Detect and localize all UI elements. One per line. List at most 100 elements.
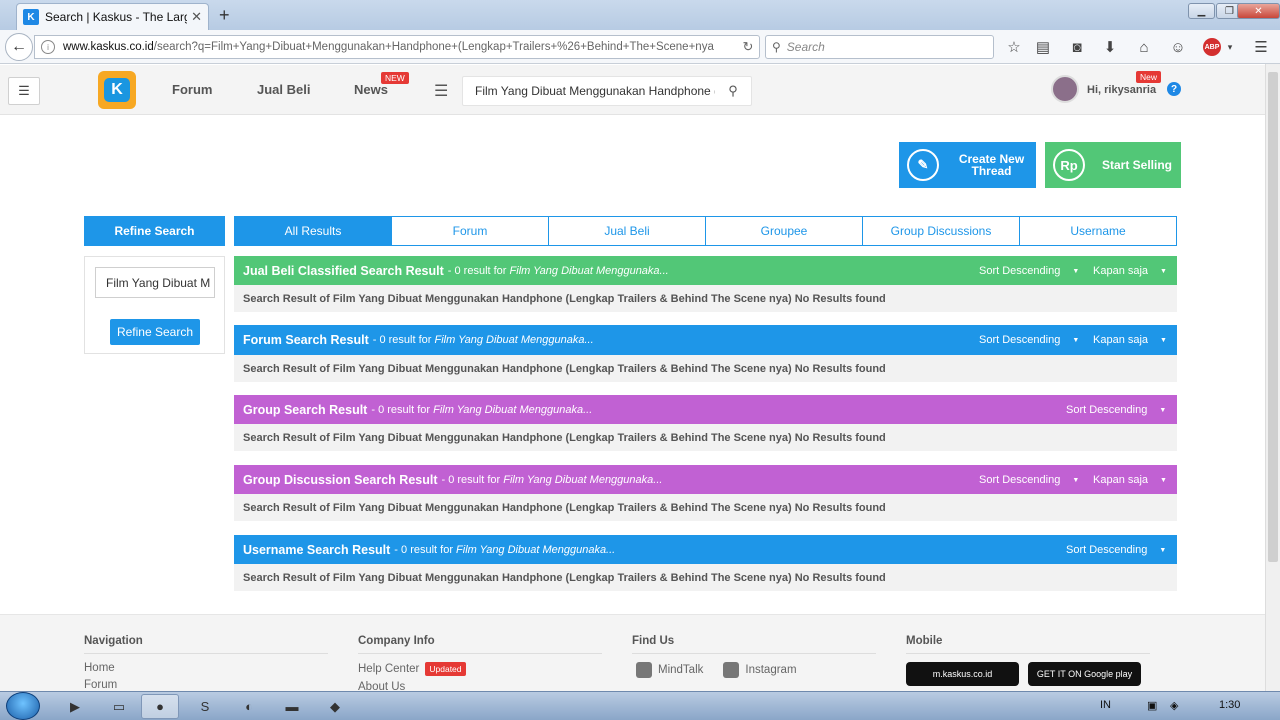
section-count: - 0 result for Film Yang Dibuat Mengguna… [394, 544, 616, 556]
app-icon[interactable]: ◆ [316, 694, 354, 719]
windows-taskbar: ▶ ▭ ● S ◐ ▬ ◆ IN ▣ ◈ 1:30 [0, 691, 1280, 720]
tab-title: Search | Kaskus - The Large... [45, 10, 187, 24]
windows-start-icon[interactable] [6, 692, 40, 720]
user-greeting[interactable]: Hi, rikysanria [1087, 84, 1156, 96]
footer-link-help-center[interactable]: Help Center Updated [358, 662, 602, 676]
site-footer: Navigation Home Forum Company Info Help … [0, 614, 1265, 693]
mobile-site-button[interactable]: m.kaskus.co.id [906, 662, 1019, 686]
sort-dropdown[interactable]: Sort Descending ▼ [1066, 544, 1166, 556]
start-selling-button[interactable]: Rp Start Selling [1045, 142, 1181, 188]
news-new-badge: NEW [381, 72, 409, 84]
avatar[interactable] [1051, 75, 1079, 103]
time-dropdown[interactable]: Kapan saja ▼ [1093, 334, 1167, 346]
minimize-window-button[interactable]: ▁ [1188, 3, 1215, 19]
updated-badge: Updated [425, 662, 466, 676]
refine-search-input[interactable]: Film Yang Dibuat M [95, 267, 215, 298]
home-icon[interactable]: ⌂ [1135, 38, 1153, 56]
site-search-icon[interactable]: ⚲ [715, 83, 751, 99]
avast-icon[interactable]: ◐ [230, 694, 268, 719]
browser-tab[interactable]: K Search | Kaskus - The Large... ✕ [16, 3, 209, 30]
group-result-header: Group Search Result - 0 result for Film … [234, 395, 1177, 425]
kaskus-logo[interactable]: K [98, 71, 136, 109]
scrollbar-thumb[interactable] [1268, 72, 1278, 562]
file-explorer-icon[interactable]: ▭ [100, 694, 138, 719]
pencil-icon: ✎ [907, 149, 939, 181]
time-dropdown[interactable]: Kapan saja ▼ [1093, 474, 1167, 486]
browser-search-input[interactable]: ⚲ Search [765, 35, 994, 59]
tab-jual-beli[interactable]: Jual Beli [548, 217, 705, 245]
section-count: - 0 result for Film Yang Dibuat Mengguna… [447, 265, 669, 277]
chat-icon[interactable]: ☺ [1169, 38, 1187, 56]
close-tab-icon[interactable]: ✕ [191, 9, 202, 25]
nav-forum[interactable]: Forum [172, 82, 212, 97]
tab-all-results[interactable]: All Results [235, 217, 391, 245]
mindtalk-link[interactable]: MindTalk [636, 662, 703, 678]
site-search-value[interactable]: Film Yang Dibuat Menggunakan Handphone (… [475, 84, 715, 98]
line-icon[interactable]: ▬ [273, 694, 311, 719]
start-selling-label: Start Selling [1101, 158, 1172, 172]
adblock-dropdown-icon[interactable]: ▾ [1221, 38, 1239, 56]
close-window-button[interactable]: ✕ [1237, 3, 1280, 19]
globe-icon: i [41, 40, 55, 54]
new-tab-button[interactable]: + [219, 5, 230, 26]
section-count: - 0 result for Film Yang Dibuat Mengguna… [371, 404, 593, 416]
reading-list-icon[interactable]: ▤ [1034, 38, 1052, 56]
menu-icon[interactable]: ☰ [1252, 38, 1270, 56]
section-title: Username Search Result [243, 543, 391, 557]
tab-username[interactable]: Username [1019, 217, 1176, 245]
refine-search-button[interactable]: Refine Search [110, 319, 200, 345]
refine-search-heading: Refine Search [84, 216, 225, 246]
footer-link-home[interactable]: Home [84, 662, 328, 674]
sort-dropdown[interactable]: Sort Descending ▼ [979, 265, 1079, 277]
page-scrollbar[interactable] [1265, 64, 1280, 691]
firefox-icon[interactable]: ● [141, 694, 179, 719]
section-count: - 0 result for Film Yang Dibuat Mengguna… [441, 474, 663, 486]
forum-result-body: Search Result of Film Yang Dibuat Menggu… [234, 355, 1177, 382]
tab-forum[interactable]: Forum [391, 217, 548, 245]
media-player-icon[interactable]: ▶ [56, 694, 94, 719]
time-dropdown[interactable]: Kapan saja ▼ [1093, 265, 1167, 277]
nav-news[interactable]: News [354, 82, 388, 97]
sort-dropdown[interactable]: Sort Descending ▼ [979, 334, 1079, 346]
tab-groupee[interactable]: Groupee [705, 217, 862, 245]
footer-heading: Company Info [358, 635, 602, 654]
reload-icon[interactable]: ↻ [737, 39, 759, 55]
volume-icon[interactable]: ◈ [1170, 699, 1178, 712]
google-play-button[interactable]: GET IT ON Google play [1028, 662, 1141, 686]
tab-group-discussions[interactable]: Group Discussions [862, 217, 1019, 245]
create-thread-button[interactable]: ✎ Create New Thread [899, 142, 1036, 188]
back-arrow-icon[interactable]: ← [5, 33, 33, 61]
adblock-icon[interactable]: ABP [1203, 38, 1221, 56]
category-menu-icon[interactable]: ☰ [434, 81, 448, 101]
chevron-down-icon: ▼ [1072, 267, 1080, 275]
username-result-header: Username Search Result - 0 result for Fi… [234, 535, 1177, 565]
language-indicator[interactable]: IN [1100, 699, 1111, 711]
help-icon[interactable]: ? [1167, 82, 1181, 96]
url-bar[interactable]: i www.kaskus.co.id/search?q=Film+Yang+Di… [34, 35, 760, 59]
download-icon[interactable]: ⬇ [1101, 38, 1119, 56]
network-icon[interactable]: ▣ [1147, 699, 1157, 712]
skype-icon[interactable]: S [186, 694, 224, 719]
clock[interactable]: 1:30 [1219, 699, 1240, 711]
footer-link-forum[interactable]: Forum [84, 679, 328, 691]
footer-findus: Find Us MindTalk Instagram [632, 635, 876, 678]
chevron-down-icon: ▼ [1160, 267, 1167, 275]
url-text[interactable]: www.kaskus.co.id/search?q=Film+Yang+Dibu… [63, 41, 737, 53]
site-search-input[interactable]: Film Yang Dibuat Menggunakan Handphone (… [462, 76, 752, 106]
hamburger-menu-icon[interactable]: ☰ [8, 77, 40, 105]
bookmark-star-icon[interactable]: ☆ [1005, 38, 1023, 56]
footer-navigation: Navigation Home Forum [84, 635, 328, 696]
sort-dropdown[interactable]: Sort Descending ▼ [979, 474, 1079, 486]
rupiah-icon: Rp [1053, 149, 1085, 181]
user-new-badge: New [1136, 71, 1162, 83]
footer-heading: Find Us [632, 635, 876, 654]
nav-jual-beli[interactable]: Jual Beli [257, 82, 310, 97]
pocket-icon[interactable]: ◙ [1068, 38, 1086, 56]
chevron-down-icon: ▼ [1072, 476, 1080, 484]
kaskus-logo-icon: K [104, 78, 130, 102]
instagram-link[interactable]: Instagram [723, 662, 797, 678]
section-count: - 0 result for Film Yang Dibuat Mengguna… [372, 334, 594, 346]
refine-search-panel: Film Yang Dibuat M Refine Search [84, 256, 225, 354]
sort-dropdown[interactable]: Sort Descending ▼ [1066, 404, 1166, 416]
section-title: Jual Beli Classified Search Result [243, 264, 444, 278]
